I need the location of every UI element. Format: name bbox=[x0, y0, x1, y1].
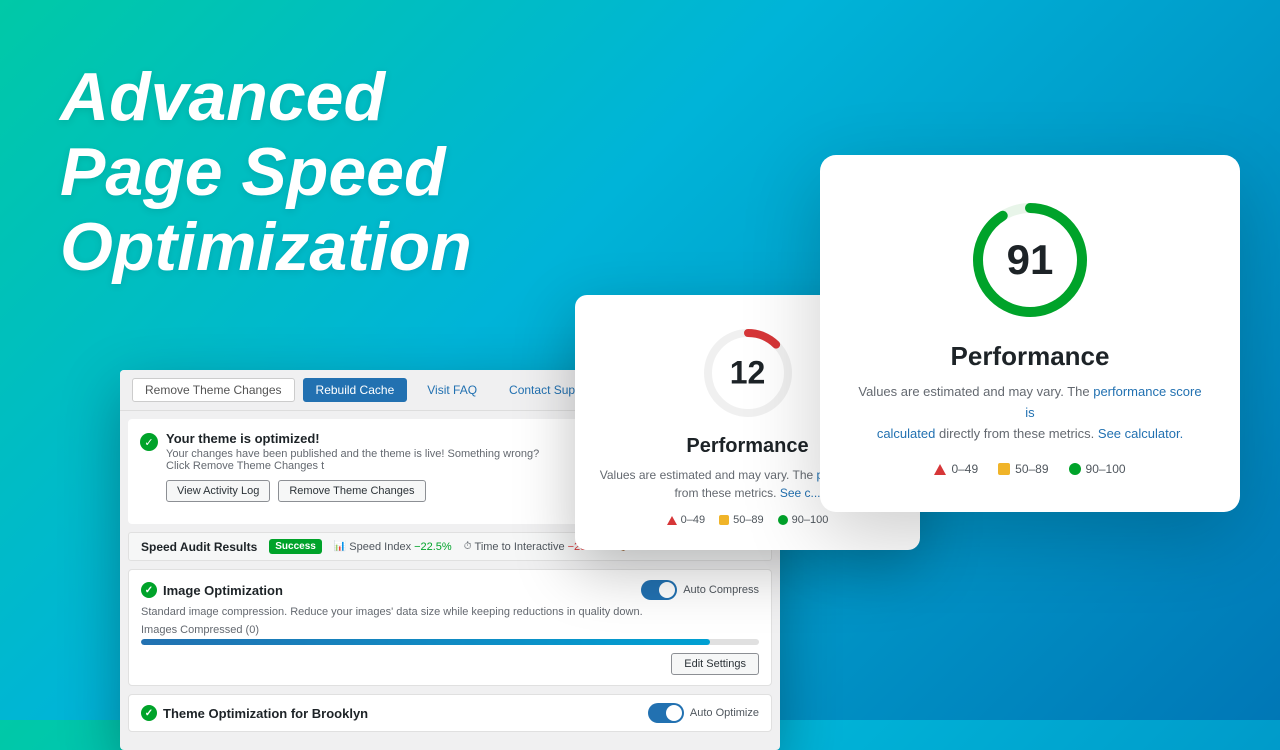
image-section-desc: Standard image compression. Reduce your … bbox=[141, 606, 759, 618]
theme-check-icon bbox=[141, 705, 157, 721]
legend-mid-label-large: 50–89 bbox=[1015, 462, 1048, 476]
image-section-header: Image Optimization Auto Compress bbox=[141, 580, 759, 600]
success-desc: Your changes have been published and the… bbox=[166, 448, 546, 472]
edit-settings-button[interactable]: Edit Settings bbox=[671, 653, 759, 675]
see-calc-link-small[interactable]: See c... bbox=[780, 486, 821, 500]
hero-section: Advanced Page Speed Optimization bbox=[60, 60, 472, 284]
image-title-text: Image Optimization bbox=[163, 583, 283, 598]
remove-theme-action-button[interactable]: Remove Theme Changes bbox=[278, 480, 425, 502]
score-circle-large: 91 bbox=[965, 195, 1095, 325]
image-check-icon bbox=[141, 582, 157, 598]
legend-item-low-large: 0–49 bbox=[934, 462, 978, 476]
legend-triangle-small bbox=[667, 516, 677, 525]
success-text-area: Your theme is optimized! Your changes ha… bbox=[166, 431, 546, 502]
perf-desc-large: Values are estimated and may vary. The p… bbox=[856, 382, 1204, 444]
theme-section-header: Theme Optimization for Brooklyn Auto Opt… bbox=[141, 703, 759, 723]
legend-triangle-large bbox=[934, 464, 946, 475]
theme-section-title: Theme Optimization for Brooklyn bbox=[141, 705, 368, 721]
score-number-small: 12 bbox=[730, 355, 766, 392]
success-title: Your theme is optimized! bbox=[166, 431, 546, 446]
legend-item-mid-large: 50–89 bbox=[998, 462, 1048, 476]
legend-item-high-small: 90–100 bbox=[778, 514, 829, 526]
image-section-title: Image Optimization bbox=[141, 582, 283, 598]
legend-large: 0–49 50–89 90–100 bbox=[856, 462, 1204, 476]
auto-optimize-label: Auto Optimize bbox=[690, 707, 759, 719]
legend-item-high-large: 90–100 bbox=[1069, 462, 1126, 476]
hero-line3: Optimization bbox=[60, 209, 472, 285]
speed-audit-badge: Success bbox=[269, 539, 322, 554]
progress-label: Images Compressed (0) bbox=[141, 624, 759, 636]
tti-icon: ⏱ bbox=[464, 541, 472, 552]
perf-title-large: Performance bbox=[856, 341, 1204, 372]
legend-item-mid-small: 50–89 bbox=[719, 514, 764, 526]
see-calculator-link[interactable]: See calculator. bbox=[1098, 426, 1183, 441]
image-optimization-section: Image Optimization Auto Compress Standar… bbox=[128, 569, 772, 686]
legend-mid-label-small: 50–89 bbox=[733, 514, 764, 526]
legend-square-small bbox=[719, 515, 729, 525]
performance-card-large: 91 Performance Values are estimated and … bbox=[820, 155, 1240, 512]
legend-dot-large bbox=[1069, 463, 1081, 475]
speed-audit-label: Speed Audit Results bbox=[141, 540, 257, 554]
progress-bar-fill bbox=[141, 639, 710, 645]
auto-compress-toggle[interactable] bbox=[641, 580, 677, 600]
legend-low-label-small: 0–49 bbox=[681, 514, 705, 526]
speed-index-label: Speed Index bbox=[349, 541, 411, 553]
tti-label: Time to Interactive bbox=[475, 541, 565, 553]
legend-small: 0–49 50–89 90–100 bbox=[599, 514, 896, 526]
score-circle-small: 12 bbox=[698, 323, 798, 423]
legend-high-label-small: 90–100 bbox=[792, 514, 829, 526]
legend-low-label-large: 0–49 bbox=[951, 462, 978, 476]
legend-high-label-large: 90–100 bbox=[1086, 462, 1126, 476]
speed-index-value: −22.5% bbox=[414, 541, 452, 553]
images-compressed-progress: Images Compressed (0) bbox=[141, 624, 759, 645]
visit-faq-button[interactable]: Visit FAQ bbox=[415, 379, 489, 401]
action-buttons: View Activity Log Remove Theme Changes bbox=[166, 480, 546, 502]
auto-optimize-toggle-area[interactable]: Auto Optimize bbox=[648, 703, 759, 723]
auto-compress-label: Auto Compress bbox=[683, 584, 759, 596]
view-activity-button[interactable]: View Activity Log bbox=[166, 480, 270, 502]
theme-optimization-section: Theme Optimization for Brooklyn Auto Opt… bbox=[128, 694, 772, 732]
success-check-icon bbox=[140, 433, 158, 451]
legend-item-low-small: 0–49 bbox=[667, 514, 705, 526]
theme-title-text: Theme Optimization for Brooklyn bbox=[163, 706, 368, 721]
legend-dot-small bbox=[778, 515, 788, 525]
score-number-large: 91 bbox=[1007, 236, 1054, 284]
hero-line1: Advanced bbox=[60, 59, 385, 135]
progress-bar-background bbox=[141, 639, 759, 645]
rebuild-cache-button[interactable]: Rebuild Cache bbox=[303, 378, 408, 402]
remove-theme-button[interactable]: Remove Theme Changes bbox=[132, 378, 295, 402]
auto-compress-toggle-area[interactable]: Auto Compress bbox=[641, 580, 759, 600]
hero-line2: Page Speed bbox=[60, 134, 446, 210]
edit-btn-container: Edit Settings bbox=[141, 653, 759, 675]
auto-optimize-toggle[interactable] bbox=[648, 703, 684, 723]
speed-index-icon: 📊 bbox=[334, 541, 346, 552]
speed-index-metric: 📊 Speed Index −22.5% bbox=[334, 541, 452, 553]
legend-square-large bbox=[998, 463, 1010, 475]
